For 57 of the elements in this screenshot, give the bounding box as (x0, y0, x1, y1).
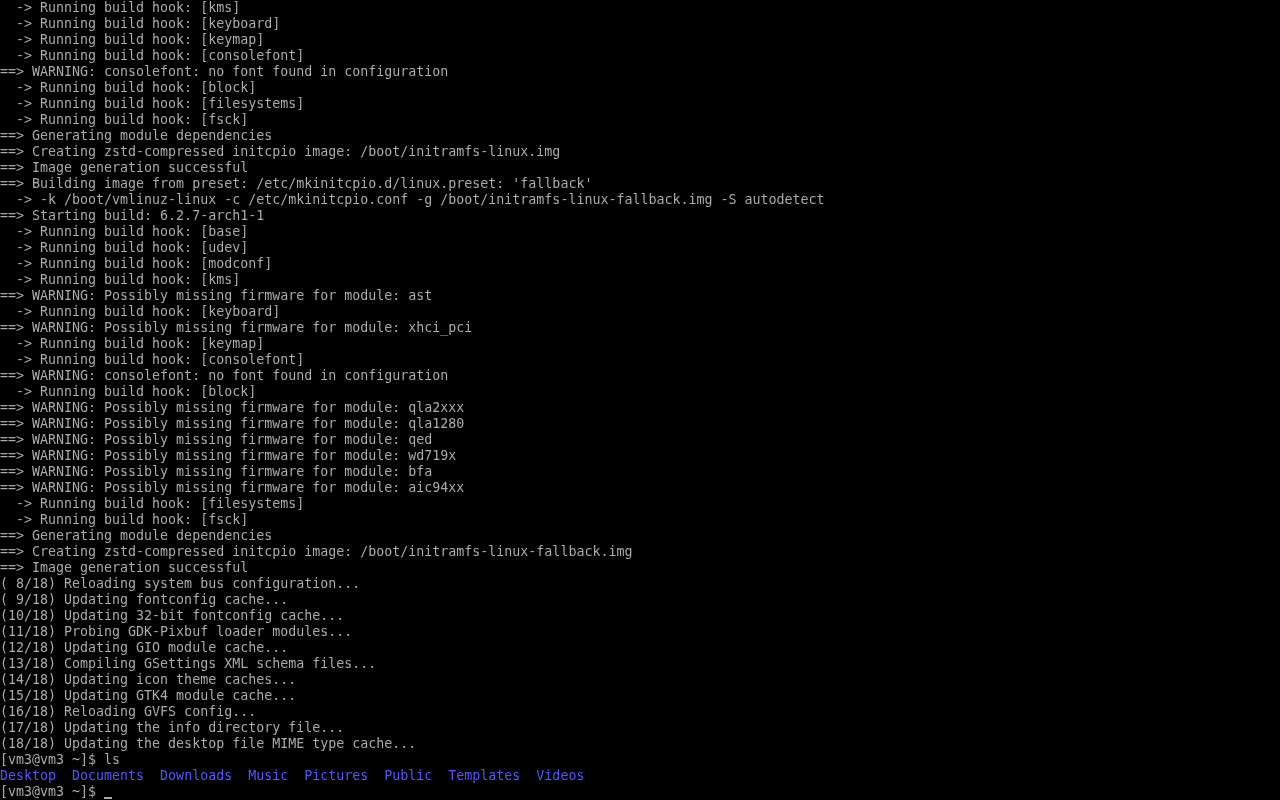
terminal-line: (17/18) Updating the info directory file... (0, 720, 346, 736)
terminal-line: -> Running build hook: [kms] (15, 272, 242, 288)
terminal-line: (14/18) Updating icon theme caches... (0, 672, 298, 688)
terminal-line: -> Running build hook: [block] (15, 384, 258, 400)
terminal-line: ==> Image generation successful (0, 560, 250, 576)
terminal-line: ==> WARNING: Possibly missing firmware for module: qla1280 (0, 416, 466, 432)
terminal-line: -> Running build hook: [filesystems] (15, 96, 306, 112)
terminal-line: ==> WARNING: Possibly missing firmware for module: bfa (0, 464, 434, 480)
terminal-line: (15/18) Updating GTK4 module cache... (0, 688, 298, 704)
terminal-line: (13/18) Compiling GSettings XML schema files... (0, 656, 378, 672)
terminal-line: (11/18) Probing GDK-Pixbuf loader modules... (0, 624, 354, 640)
directory-name: Downloads (160, 768, 233, 784)
terminal-line: -> Running build hook: [consolefont] (15, 352, 306, 368)
terminal-line: ( 8/18) Reloading system bus configuration... (0, 576, 362, 592)
terminal-line: ==> WARNING: consolefont: no font found in configuration (0, 368, 450, 384)
terminal-line: -> Running build hook: [consolefont] (15, 48, 306, 64)
terminal-line: ==> WARNING: Possibly missing firmware for module: aic94xx (0, 480, 466, 496)
shell-prompt: [vm3@vm3 ~]$ (0, 784, 98, 800)
terminal-line: [vm3@vm3 ~]$ ls (0, 752, 122, 768)
terminal-line: -> Running build hook: [keymap] (15, 336, 266, 352)
directory-name: Documents (72, 768, 145, 784)
directory-name: Videos (536, 768, 585, 784)
terminal-line: (18/18) Updating the desktop file MIME type cache... (0, 736, 418, 752)
terminal-line: (16/18) Reloading GVFS config... (0, 704, 258, 720)
terminal-line: ==> Building image from preset: /etc/mkinitcpio.d/linux.preset: 'fallback' (0, 176, 594, 192)
terminal-line: -> Running build hook: [base] (15, 224, 250, 240)
directory-name: Templates (448, 768, 521, 784)
terminal-line: ==> Starting build: 6.2.7-arch1-1 (0, 208, 266, 224)
terminal-line: -> Running build hook: [kms] (15, 0, 242, 16)
directory-name: Desktop (0, 768, 57, 784)
terminal-line: -> Running build hook: [filesystems] (15, 496, 306, 512)
terminal-line: (12/18) Updating GIO module cache... (0, 640, 290, 656)
terminal-line: -> Running build hook: [modconf] (15, 256, 274, 272)
terminal-line: ==> Generating module dependencies (0, 128, 274, 144)
directory-name: Pictures (304, 768, 369, 784)
terminal-line: ==> WARNING: consolefont: no font found in configuration (0, 64, 450, 80)
terminal-line: -> Running build hook: [fsck] (15, 112, 250, 128)
terminal-line: ==> WARNING: Possibly missing firmware for module: xhci_pci (0, 320, 474, 336)
terminal-line: -> -k /boot/vmlinuz-linux -c /etc/mkinitcpio.conf -g /boot/initramfs-linux-fallback.img -S autodetect (15, 192, 826, 208)
terminal-line: ==> WARNING: Possibly missing firmware for module: wd719x (0, 448, 458, 464)
terminal-line: ==> Image generation successful (0, 160, 250, 176)
terminal-line: -> Running build hook: [udev] (15, 240, 250, 256)
terminal-line: ==> WARNING: Possibly missing firmware for module: qla2xxx (0, 400, 466, 416)
terminal-line: ==> Generating module dependencies (0, 528, 274, 544)
terminal-line: -> Running build hook: [fsck] (15, 512, 250, 528)
terminal-line: -> Running build hook: [keyboard] (15, 16, 282, 32)
terminal-line: ==> WARNING: Possibly missing firmware for module: ast (0, 288, 434, 304)
terminal-line: -> Running build hook: [keyboard] (15, 304, 282, 320)
terminal-line: ==> Creating zstd-compressed initcpio image: /boot/initramfs-linux-fallback.img (0, 544, 634, 560)
terminal-line: ==> Creating zstd-compressed initcpio image: /boot/initramfs-linux.img (0, 144, 562, 160)
terminal-line: -> Running build hook: [keymap] (15, 32, 266, 48)
directory-name: Public (384, 768, 433, 784)
directory-name: Music (248, 768, 289, 784)
terminal-line: ==> WARNING: Possibly missing firmware for module: qed (0, 432, 434, 448)
terminal-line: -> Running build hook: [block] (15, 80, 258, 96)
terminal-line: ( 9/18) Updating fontconfig cache... (0, 592, 290, 608)
terminal-line: (10/18) Updating 32-bit fontconfig cache... (0, 608, 346, 624)
